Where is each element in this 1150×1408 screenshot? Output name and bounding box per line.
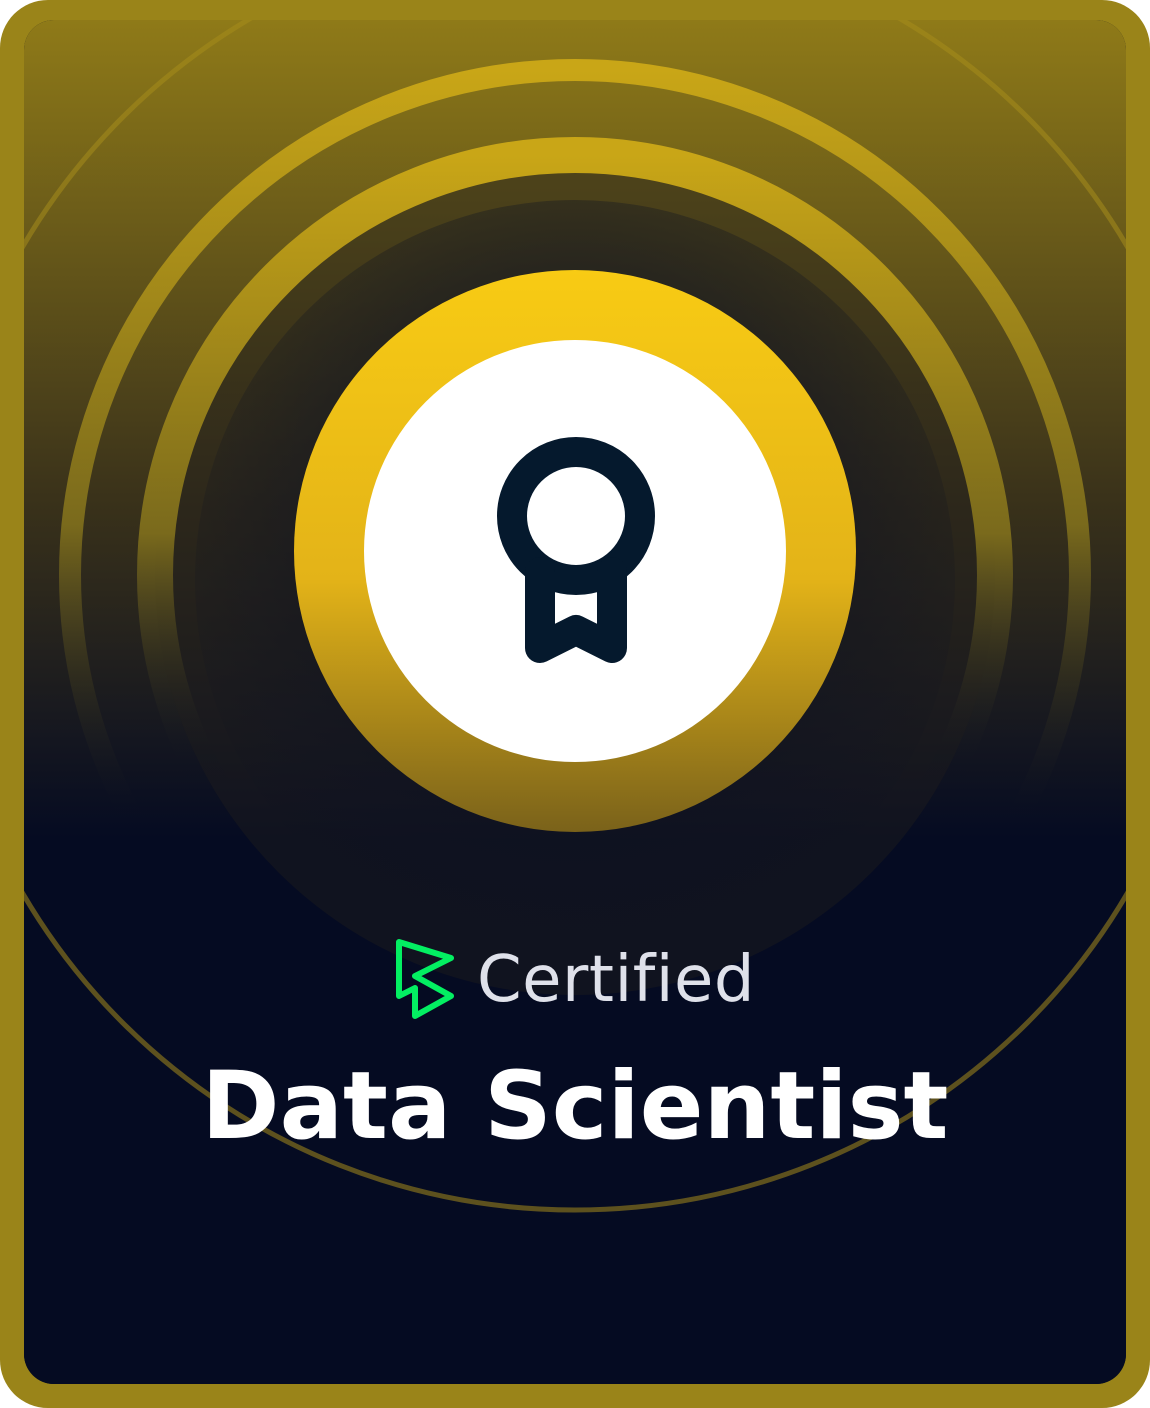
certified-label: Certified — [476, 943, 756, 1017]
certification-title: Data Scientist — [201, 1052, 949, 1161]
datacamp-logo-icon — [395, 939, 454, 1019]
certification-badge: Certified Data Scientist — [0, 0, 1150, 1408]
white-disc — [364, 340, 786, 762]
certified-row: Certified — [0, 935, 1150, 1025]
badge-panel — [24, 20, 1126, 1384]
badge-artwork — [24, 20, 1126, 1384]
